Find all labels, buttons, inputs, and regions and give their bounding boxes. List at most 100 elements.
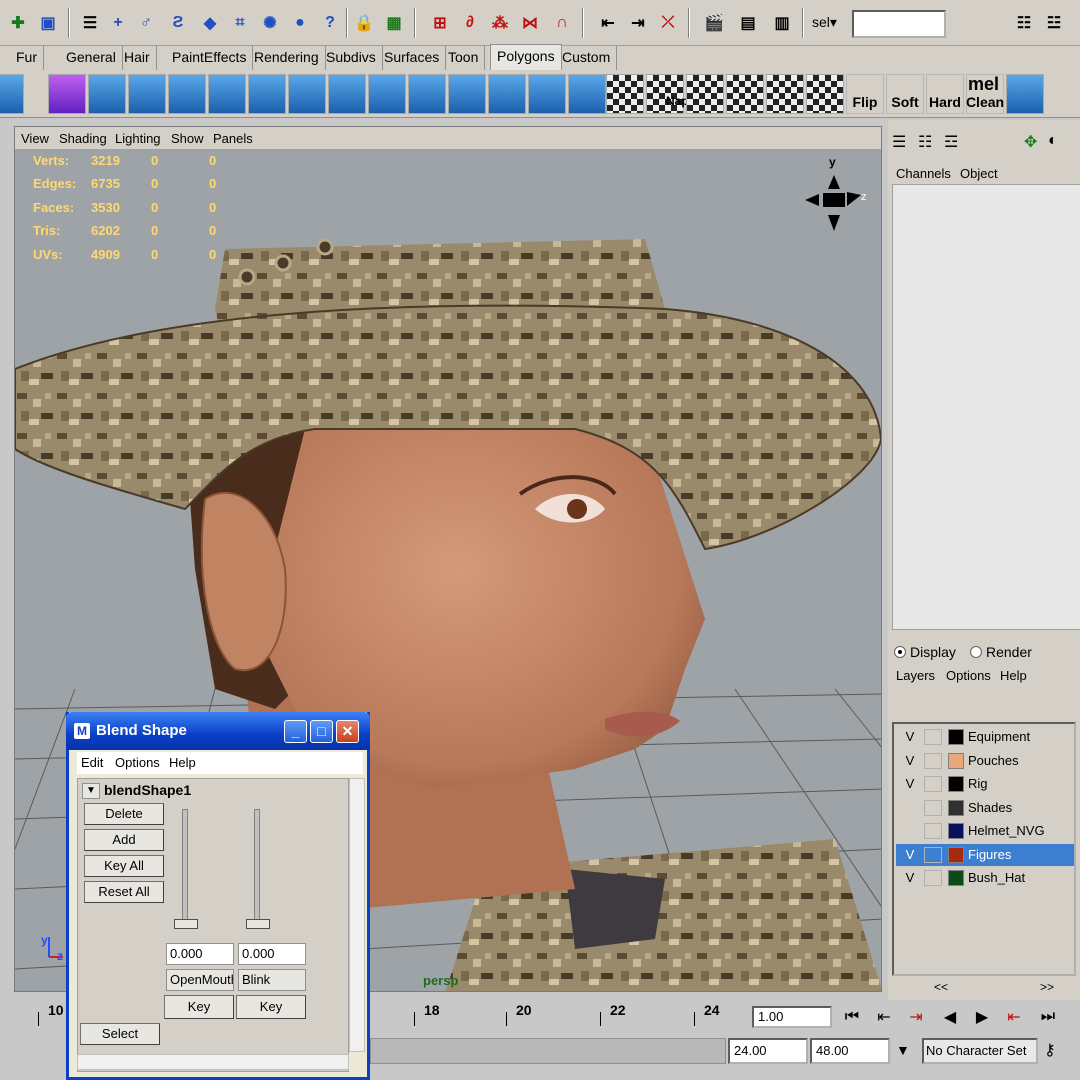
range-dropdown-icon[interactable]: ▼	[896, 1042, 910, 1058]
quick-selection-input[interactable]	[852, 10, 946, 38]
play-forward-icon[interactable]: ▶	[968, 1004, 996, 1030]
poly-cut-icon[interactable]	[448, 74, 486, 114]
openmouth-slider-track[interactable]	[182, 809, 188, 927]
select-surface-icon[interactable]: ◆	[198, 10, 222, 36]
object-menu[interactable]: Object	[960, 166, 998, 181]
layer-row-figures[interactable]: V Figures	[896, 843, 1074, 866]
layer-color-swatch[interactable]	[948, 870, 964, 886]
blend-shape-title-bar[interactable]: M Blend Shape _ □ ✕	[66, 712, 370, 750]
move-tool-icon[interactable]: ✥	[1024, 132, 1037, 152]
poly-merge-icon[interactable]	[328, 74, 366, 114]
poly-wedge-icon[interactable]	[368, 74, 406, 114]
layer-row-helmet-nvg[interactable]: Helmet_NVG	[896, 820, 1074, 842]
display-radio[interactable]: Display	[894, 644, 956, 660]
layer-row-rig[interactable]: V Rig	[896, 773, 1074, 795]
current-time-field[interactable]: 1.00	[752, 1006, 832, 1028]
layer-playback-toggle[interactable]	[924, 799, 942, 816]
shelf-tab-custom[interactable]: Custom	[556, 46, 618, 70]
blink-key-button[interactable]: Key	[236, 995, 306, 1019]
hard-edge-button[interactable]: Hard	[926, 74, 964, 114]
viewport-menu-lighting[interactable]: Lighting	[115, 131, 161, 146]
blink-target-name[interactable]: Blink	[238, 969, 306, 991]
select-dynamic-icon[interactable]: ✺	[258, 10, 282, 36]
layer-help-menu[interactable]: Help	[1000, 668, 1027, 683]
viewport-menu-view[interactable]: View	[21, 131, 49, 146]
blend-horizontal-scrollbar[interactable]	[77, 1054, 349, 1070]
layer-playback-toggle[interactable]	[924, 752, 942, 769]
layers-menu[interactable]: Layers	[896, 668, 935, 683]
blend-vertical-scrollbar[interactable]	[349, 778, 365, 1052]
uv-planar-map-icon[interactable]	[606, 74, 644, 114]
layer-row-pouches[interactable]: V Pouches	[896, 750, 1074, 772]
construction-history-icon[interactable]: ⤫	[656, 10, 680, 36]
step-back-key-icon[interactable]: ⇤	[870, 1004, 898, 1030]
flip-button[interactable]: Flip	[846, 74, 884, 114]
add-button[interactable]: Add	[84, 829, 164, 851]
layer-row-shades[interactable]: Shades	[896, 797, 1074, 819]
reset-all-button[interactable]: Reset All	[84, 881, 164, 903]
selection-mode-dropdown[interactable]: sel▾	[812, 14, 837, 31]
poly-extrude-face-icon[interactable]	[168, 74, 206, 114]
shelf-tab-fur[interactable]: Fur	[10, 46, 44, 70]
range-end-field[interactable]: 24.00	[728, 1038, 808, 1064]
ipr-render-icon[interactable]: ▤	[736, 10, 760, 36]
snap-live-icon[interactable]: ∩	[550, 10, 574, 36]
step-forward-key-icon[interactable]: ⏭	[1034, 1004, 1062, 1030]
blink-slider-handle[interactable]	[246, 919, 270, 929]
character-set-dropdown[interactable]: No Character Set	[922, 1038, 1038, 1064]
show-attribute-editor-icon[interactable]: ☷	[1012, 10, 1036, 36]
viewport-menu-show[interactable]: Show	[171, 131, 204, 146]
viewport-menu-shading[interactable]: Shading	[59, 131, 107, 146]
blend-help-menu[interactable]: Help	[169, 755, 196, 770]
poly-chamfer-icon[interactable]	[288, 74, 326, 114]
layer-playback-toggle[interactable]	[924, 729, 942, 745]
layer-color-swatch[interactable]	[948, 799, 964, 816]
layer-playback-toggle[interactable]	[924, 846, 942, 863]
auto-key-icon[interactable]: ⚷	[1044, 1040, 1056, 1060]
show-tool-settings-icon[interactable]: ☳	[1042, 10, 1066, 36]
poly-append-icon[interactable]	[88, 74, 126, 114]
close-icon[interactable]: ✕	[336, 720, 359, 743]
shelf-tab-surfaces[interactable]: Surfaces	[378, 46, 447, 70]
openmouth-weight-field[interactable]: 0.000	[166, 943, 234, 965]
select-by-hierarchy-icon[interactable]: ✚	[6, 10, 30, 36]
scroll-left-button[interactable]: <<	[934, 980, 948, 994]
layer-visibility-toggle[interactable]: V	[900, 729, 920, 745]
soft-edge-button[interactable]: Soft	[886, 74, 924, 114]
channel-layer-icon[interactable]: ☷	[918, 132, 932, 152]
snap-grid-icon[interactable]: ⊞	[428, 10, 452, 36]
poly-quadrangulate-icon[interactable]	[568, 74, 606, 114]
poly-triangulate-icon[interactable]	[528, 74, 566, 114]
highlight-selection-icon[interactable]: ▦	[382, 10, 406, 36]
viewport-menu-panels[interactable]: Panels	[213, 131, 253, 146]
layer-visibility-toggle[interactable]: V	[900, 847, 920, 863]
scroll-right-button[interactable]: >>	[1040, 980, 1054, 994]
uv-layout-icon[interactable]	[806, 74, 844, 114]
poly-poke-icon[interactable]	[408, 74, 446, 114]
shelf-tab-toon[interactable]: Toon	[442, 46, 486, 70]
blend-options-menu[interactable]: Options	[115, 755, 160, 770]
layer-color-swatch[interactable]	[948, 729, 964, 745]
collapse-arrow-icon[interactable]: ▼	[82, 783, 100, 799]
snap-curve-icon[interactable]: ∂	[458, 10, 482, 36]
openmouth-slider-handle[interactable]	[174, 919, 198, 929]
snap-point-icon[interactable]: ⁂	[488, 10, 512, 36]
blink-slider-track[interactable]	[254, 809, 260, 927]
shading-icon[interactable]: ◐	[1048, 132, 1058, 150]
render-frame-icon[interactable]: 🎬	[702, 10, 726, 36]
layer-options-menu[interactable]: Options	[946, 668, 991, 683]
shelf-tab-subdivs[interactable]: Subdivs	[320, 46, 383, 70]
shelf-tab-polygons[interactable]: Polygons	[490, 44, 562, 70]
select-by-object-icon[interactable]: ▣	[36, 10, 60, 36]
select-joint-icon[interactable]: ♂	[134, 10, 158, 36]
channel-box-icon[interactable]: ☰	[892, 132, 906, 152]
layer-color-swatch[interactable]	[948, 823, 964, 839]
poly-bevel-icon[interactable]	[248, 74, 286, 114]
select-curve-icon[interactable]: Ƨ	[166, 10, 190, 36]
poly-sphere-icon[interactable]	[0, 74, 24, 114]
shelf-tab-hair[interactable]: Hair	[118, 46, 157, 70]
input-history-icon[interactable]: ⇤	[596, 10, 620, 36]
key-all-button[interactable]: Key All	[84, 855, 164, 877]
shelf-tab-general[interactable]: General	[60, 46, 123, 70]
layer-visibility-toggle[interactable]: V	[900, 776, 920, 792]
